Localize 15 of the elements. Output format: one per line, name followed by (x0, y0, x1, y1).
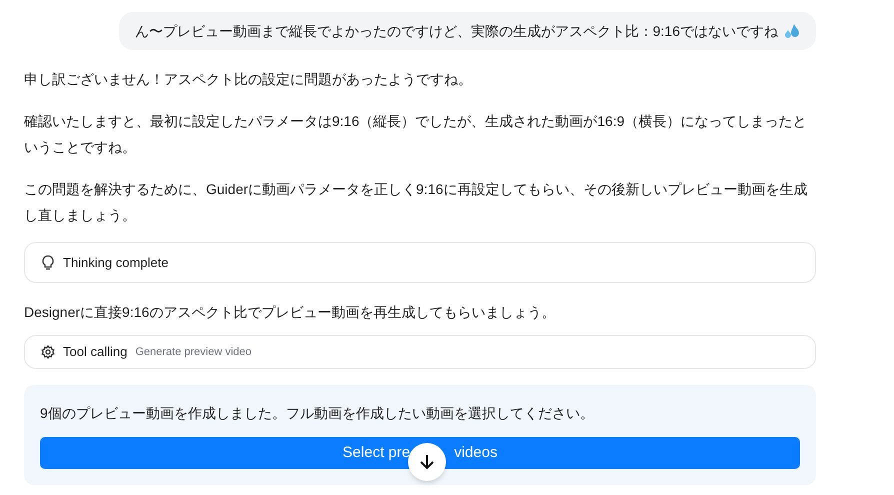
panel-message: 9個のプレビュー動画を作成しました。フル動画を作成したい動画を選択してください。 (40, 404, 595, 423)
card-label: Tool calling (63, 343, 128, 362)
gear-icon (41, 345, 55, 359)
card-detail: Generate preview video (135, 344, 252, 360)
paragraph: Designerに直接9:16のアスペクト比でプレビュー動画を再生成してもらいましょう。 (24, 303, 556, 322)
paragraph: 確認いたしますと、最初に設定したパラメータは9:16（縦長）でしたが、生成された動画が16:9（横長）になってしまったということですね。 (24, 112, 808, 157)
lightbulb-icon (41, 254, 55, 270)
paragraph: 申し訳ございません！アスペクト比の設定に問題があったようですね。 (24, 70, 473, 89)
message-text: ん〜プレビュー動画まで縦長でよかったのですけど、実際の生成がアスペクト比：9:16ではないですね (134, 22, 778, 40)
select-preview-videos-button[interactable]: Select pre videos (40, 437, 800, 469)
card-label: Thinking complete (63, 254, 168, 272)
scroll-down-button[interactable] (408, 443, 446, 481)
droplets-icon (784, 23, 800, 39)
down-arrow-icon (420, 454, 434, 470)
paragraph: この問題を解決するために、Guiderに動画パラメータを正しく9:16に再設定してもらい、その後新しいプレビュー動画を生成し直しましょう。 (24, 180, 808, 225)
